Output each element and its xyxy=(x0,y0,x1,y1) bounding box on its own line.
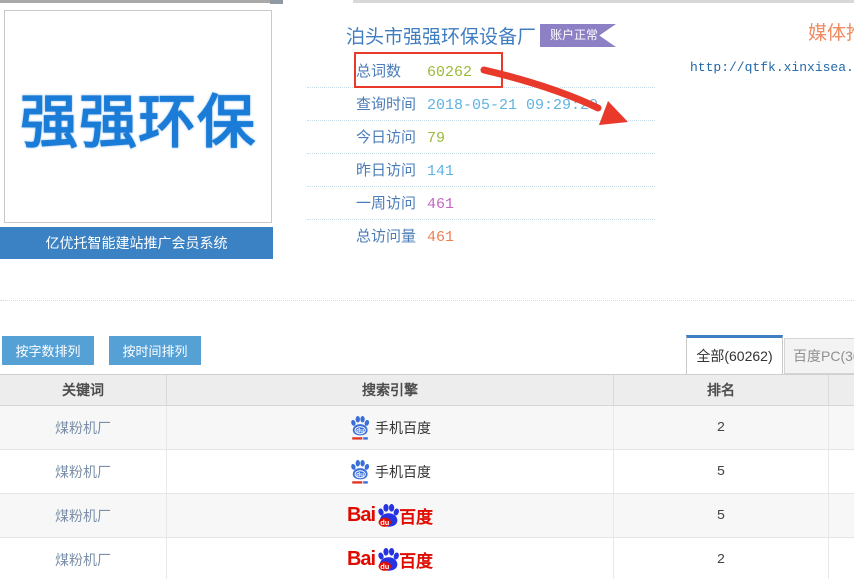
svg-text:du: du xyxy=(380,561,390,570)
baidu-logo: Baidu 百度 xyxy=(347,547,433,573)
keyword-link[interactable]: 煤粉机厂 xyxy=(55,418,111,438)
engine-cell: du 手机百度 xyxy=(167,406,614,449)
top-divider xyxy=(0,0,270,3)
keyword-link[interactable]: 煤粉机厂 xyxy=(55,506,111,526)
stat-separator xyxy=(307,219,655,220)
keyword-cell: 煤粉机厂 xyxy=(0,494,167,537)
keyword-cell: 煤粉机厂 xyxy=(0,450,167,493)
stat-value: 461 xyxy=(427,229,454,246)
top-divider-notch xyxy=(270,0,283,4)
stat-separator xyxy=(307,87,655,88)
stat-label: 查询时间 xyxy=(356,89,418,121)
rank-cell: 2 xyxy=(614,406,829,449)
table-row: 煤粉机厂 du 手机百度 2 xyxy=(0,406,854,450)
media-heading: 媒体推广 xyxy=(808,18,854,45)
top-divider xyxy=(353,0,854,3)
svg-text:du: du xyxy=(380,517,390,526)
table-row: 煤粉机厂 du 手机百度 5 xyxy=(0,450,854,494)
stat-separator xyxy=(307,120,655,121)
keyword-cell: 煤粉机厂 xyxy=(0,538,167,579)
extra-cell xyxy=(829,450,854,493)
member-system-bar: 亿优托智能建站推广会员系统 xyxy=(0,227,273,259)
stat-row: 总词数 60262 xyxy=(356,56,472,88)
engine-cell: Baidu 百度 xyxy=(167,494,614,537)
svg-text:du: du xyxy=(356,471,364,478)
stat-label: 总访问量 xyxy=(356,221,418,253)
stat-separator xyxy=(307,153,655,154)
stat-separator xyxy=(307,186,655,187)
tab-baidu-pc[interactable]: 百度PC(30 xyxy=(784,338,854,374)
svg-text:du: du xyxy=(356,427,364,434)
extra-cell xyxy=(829,538,854,579)
baidu-paw-icon: du xyxy=(375,503,401,529)
header-cell-engine: 搜索引擎 xyxy=(167,375,614,405)
stat-value: 461 xyxy=(427,196,454,213)
rank-value: 2 xyxy=(717,420,725,436)
stat-value: 2018-05-21 09:29:20 xyxy=(427,97,598,114)
stat-value: 141 xyxy=(427,163,454,180)
baidu-logo-cn: 百度 xyxy=(399,503,433,528)
status-badge: 账户正常 xyxy=(540,24,616,47)
keyword-link[interactable]: 煤粉机厂 xyxy=(55,550,111,570)
stat-value: 60262 xyxy=(427,64,472,81)
baidu-logo-bai: Bai xyxy=(347,548,375,571)
keyword-cell: 煤粉机厂 xyxy=(0,406,167,449)
company-logo: 强强环保 xyxy=(4,10,272,223)
header-cell-extra xyxy=(829,375,854,405)
rank-cell: 2 xyxy=(614,538,829,579)
baidu-logo: Baidu 百度 xyxy=(347,503,433,529)
rank-value: 2 xyxy=(717,552,725,568)
stat-row: 今日访问 79 xyxy=(356,122,445,154)
rank-cell: 5 xyxy=(614,494,829,537)
engine-cell: Baidu 百度 xyxy=(167,538,614,579)
engine-label: 手机百度 xyxy=(375,418,431,438)
baidu-paw-icon: du xyxy=(375,547,401,573)
page-title: 泊头市强强环保设备厂 xyxy=(346,22,536,49)
section-divider xyxy=(0,300,854,301)
stat-value: 79 xyxy=(427,130,445,147)
stat-row: 昨日访问 141 xyxy=(356,155,454,187)
sort-by-words-button[interactable]: 按字数排列 xyxy=(2,336,94,365)
stat-row: 一周访问 461 xyxy=(356,188,454,220)
engine-cell: du 手机百度 xyxy=(167,450,614,493)
stat-label: 一周访问 xyxy=(356,188,418,220)
company-logo-text: 强强环保 xyxy=(20,75,256,159)
mobile-baidu-icon: du xyxy=(349,458,371,485)
rank-cell: 5 xyxy=(614,450,829,493)
annotation-arrowhead xyxy=(599,101,628,125)
header-cell-rank: 排名 xyxy=(614,375,829,405)
stat-row: 查询时间 2018-05-21 09:29:20 xyxy=(356,89,598,121)
sort-by-time-button[interactable]: 按时间排列 xyxy=(109,336,201,365)
tab-all[interactable]: 全部(60262) xyxy=(686,335,783,374)
keyword-link[interactable]: 煤粉机厂 xyxy=(55,462,111,482)
table-row: 煤粉机厂 Baidu 百度 5 xyxy=(0,494,854,538)
extra-cell xyxy=(829,494,854,537)
stat-label: 今日访问 xyxy=(356,122,418,154)
rank-value: 5 xyxy=(717,508,725,524)
stat-label: 昨日访问 xyxy=(356,155,418,187)
extra-cell xyxy=(829,406,854,449)
stat-label: 总词数 xyxy=(356,56,418,88)
engine-label: 手机百度 xyxy=(375,462,431,482)
mobile-baidu-icon: du xyxy=(349,414,371,441)
header-cell-keyword: 关键词 xyxy=(0,375,167,405)
table-row: 煤粉机厂 Baidu 百度 2 xyxy=(0,538,854,579)
stat-row: 总访问量 461 xyxy=(356,221,454,253)
table-header: 关键词 搜索引擎 排名 xyxy=(0,374,854,406)
page: 强强环保 亿优托智能建站推广会员系统 泊头市强强环保设备厂 账户正常 总词数 60… xyxy=(0,0,854,579)
baidu-logo-bai: Bai xyxy=(347,504,375,527)
keywords-table: 关键词 搜索引擎 排名 煤粉机厂 du手机百度 2 煤粉机厂 du手机百度 5 … xyxy=(0,374,854,579)
rank-value: 5 xyxy=(717,464,725,480)
baidu-logo-cn: 百度 xyxy=(399,547,433,572)
site-url-link[interactable]: http://qtfk.xinxisea.com xyxy=(690,60,854,75)
